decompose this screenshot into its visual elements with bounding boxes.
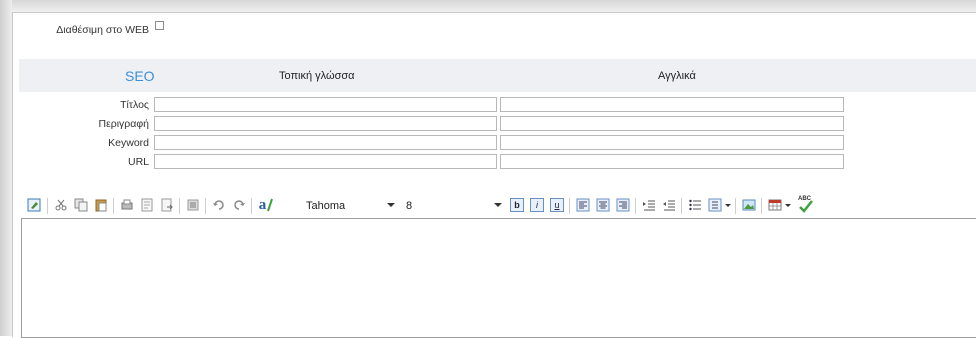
web-availability-label: Διαθέσιμη στο WEB bbox=[56, 24, 149, 36]
seo-header: SEO Τοπική γλώσσα Αγγλικά bbox=[19, 59, 976, 92]
seo-description-local-input[interactable] bbox=[154, 116, 497, 131]
align-right-icon[interactable] bbox=[615, 196, 631, 214]
toolbar-separator bbox=[735, 198, 736, 214]
numbered-list-icon[interactable] bbox=[707, 196, 723, 214]
align-center-icon[interactable] bbox=[595, 196, 611, 214]
cut-icon[interactable] bbox=[53, 196, 69, 214]
page-export-icon[interactable] bbox=[159, 196, 175, 214]
font-size-dropdown-icon[interactable] bbox=[493, 196, 503, 214]
seo-keyword-local-input[interactable] bbox=[154, 135, 497, 150]
select-all-icon[interactable] bbox=[185, 196, 201, 214]
seo-description-english-input[interactable] bbox=[500, 116, 844, 131]
font-family-dropdown-icon[interactable] bbox=[386, 196, 396, 214]
table-dropdown-icon[interactable] bbox=[784, 196, 792, 214]
toolbar-separator bbox=[179, 198, 180, 214]
toolbar-separator bbox=[113, 198, 114, 214]
seo-keyword-label: Keyword bbox=[108, 137, 149, 149]
seo-url-local-input[interactable] bbox=[154, 154, 497, 169]
italic-icon[interactable]: i bbox=[529, 196, 545, 214]
seo-title-label: Τίτλος bbox=[120, 99, 149, 111]
web-availability-checkbox[interactable] bbox=[155, 21, 164, 30]
english-column-header: Αγγλικά bbox=[658, 70, 696, 82]
seo-title-english-input[interactable] bbox=[500, 97, 844, 112]
bold-icon[interactable]: b bbox=[509, 196, 525, 214]
toolbar-separator bbox=[635, 198, 636, 214]
redo-icon[interactable] bbox=[231, 196, 247, 214]
spell-check-icon[interactable]: ABC bbox=[795, 196, 815, 214]
editor-toolbar: a Tahoma 8 b i u ABC bbox=[23, 196, 976, 218]
paste-icon[interactable] bbox=[93, 196, 109, 214]
list-dropdown-icon[interactable] bbox=[724, 196, 732, 214]
window-frame-left bbox=[0, 0, 12, 336]
toolbar-separator bbox=[681, 198, 682, 214]
toolbar-separator bbox=[205, 198, 206, 214]
seo-title: SEO bbox=[125, 68, 155, 84]
seo-description-label: Περιγραφή bbox=[98, 118, 149, 130]
undo-icon[interactable] bbox=[211, 196, 227, 214]
seo-url-english-input[interactable] bbox=[500, 154, 844, 169]
outdent-icon[interactable] bbox=[661, 196, 677, 214]
font-family-select[interactable]: Tahoma bbox=[306, 200, 345, 212]
align-left-icon[interactable] bbox=[575, 196, 591, 214]
insert-table-icon[interactable] bbox=[767, 196, 783, 214]
underline-glyph: u bbox=[550, 198, 564, 212]
toolbar-separator bbox=[569, 198, 570, 214]
font-color-icon[interactable]: a bbox=[257, 196, 275, 214]
toolbar-separator bbox=[251, 198, 252, 214]
rich-text-editor-area[interactable] bbox=[21, 218, 976, 338]
bold-glyph: b bbox=[510, 198, 524, 212]
seo-title-local-input[interactable] bbox=[154, 97, 497, 112]
seo-url-label: URL bbox=[127, 156, 149, 168]
web-availability-row: Διαθέσιμη στο WEB bbox=[13, 24, 163, 38]
toolbar-separator bbox=[47, 198, 48, 214]
local-language-column-header: Τοπική γλώσσα bbox=[279, 70, 355, 82]
italic-glyph: i bbox=[530, 198, 544, 212]
font-color-glyph: a bbox=[258, 196, 267, 213]
copy-icon[interactable] bbox=[73, 196, 89, 214]
edit-icon[interactable] bbox=[26, 196, 42, 214]
print-icon[interactable] bbox=[119, 196, 135, 214]
underline-icon[interactable]: u bbox=[549, 196, 565, 214]
print-preview-icon[interactable] bbox=[139, 196, 155, 214]
window-frame-top bbox=[0, 0, 976, 12]
indent-icon[interactable] bbox=[641, 196, 657, 214]
bullet-list-icon[interactable] bbox=[687, 196, 703, 214]
toolbar-separator bbox=[761, 198, 762, 214]
font-size-select[interactable]: 8 bbox=[406, 200, 412, 212]
seo-keyword-english-input[interactable] bbox=[500, 135, 844, 150]
insert-image-icon[interactable] bbox=[741, 196, 757, 214]
product-panel: Διαθέσιμη στο WEB SEO Τοπική γλώσσα Αγγλ… bbox=[12, 12, 976, 338]
